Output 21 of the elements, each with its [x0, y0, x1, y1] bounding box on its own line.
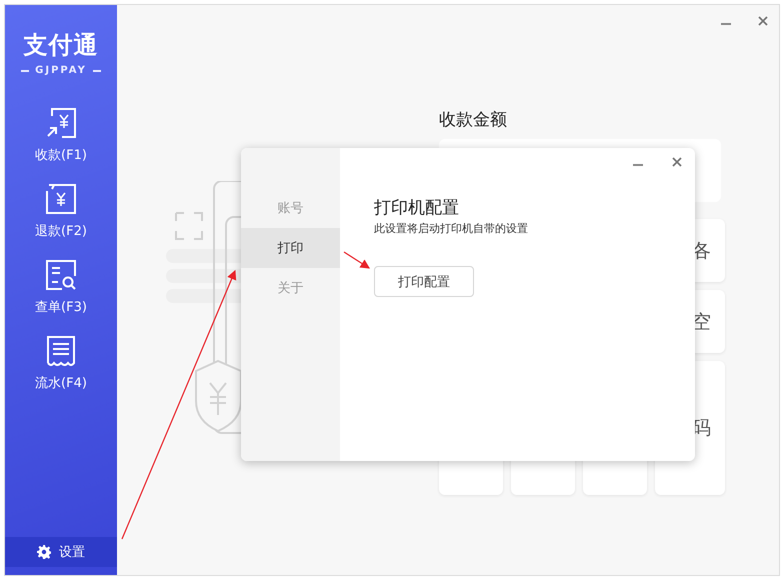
app-logo: 支付通	[24, 30, 98, 61]
app-logo-subtitle: GJPPAY	[21, 65, 101, 76]
minimize-icon	[721, 23, 731, 25]
amount-title: 收款金额	[439, 109, 508, 131]
receipt-icon	[44, 334, 78, 368]
close-icon	[671, 156, 683, 168]
settings-button[interactable]: 设置	[5, 537, 117, 567]
receipt-yen-icon	[44, 182, 78, 216]
nav-item[interactable]: 流水(F4)	[35, 374, 87, 392]
dialog-tab[interactable]: 打印	[241, 228, 340, 268]
close-icon	[757, 15, 769, 27]
section-title: 打印机配置	[374, 197, 459, 219]
document-search-icon	[44, 258, 78, 292]
section-description: 此设置将启动打印机自带的设置	[374, 221, 528, 236]
minimize-icon	[633, 164, 643, 166]
printer-config-button[interactable]: 打印配置	[374, 266, 474, 297]
nav-item[interactable]: 收款(F1)	[35, 146, 87, 164]
nav-item[interactable]: 退款(F2)	[35, 222, 87, 240]
nav-item[interactable]: 查单(F3)	[35, 298, 87, 316]
settings-icon	[37, 545, 51, 559]
annotation-arrow	[344, 252, 370, 269]
